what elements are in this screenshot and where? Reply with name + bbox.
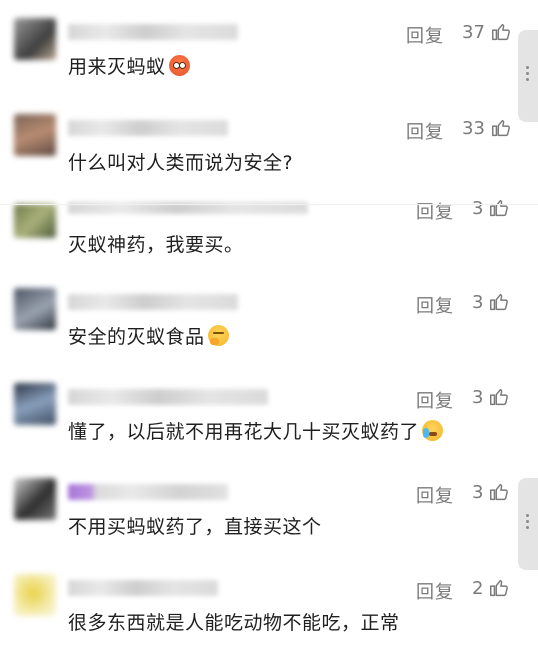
reply-button[interactable]: 回复 xyxy=(416,578,454,604)
reply-button[interactable]: 回复 xyxy=(406,118,444,144)
crying-laughing-emoji xyxy=(422,420,444,441)
comment-text: 很多东西就是人能吃动物不能吃，正常 xyxy=(68,608,400,635)
like-count: 3 xyxy=(472,292,484,313)
comment-text: 灭蚁神药，我要买。 xyxy=(68,230,244,257)
reply-button[interactable]: 回复 xyxy=(416,482,454,508)
reply-button[interactable]: 回复 xyxy=(416,387,454,413)
side-scroll-handle[interactable] xyxy=(518,478,538,570)
avatar[interactable] xyxy=(14,204,56,238)
angry-face-emoji xyxy=(168,55,190,76)
like-count: 3 xyxy=(472,387,484,408)
username-blurred[interactable] xyxy=(68,120,228,136)
username-blurred[interactable] xyxy=(68,389,268,405)
like-count: 3 xyxy=(472,198,484,219)
avatar[interactable] xyxy=(14,478,56,520)
more-vertical-icon xyxy=(526,66,530,84)
reply-button[interactable]: 回复 xyxy=(406,22,444,48)
comment-text-content: 用来灭蚂蚁 xyxy=(68,56,166,78)
comment-text-content: 懂了，以后就不用再花大几十买灭蚁药了 xyxy=(68,421,420,443)
like-count: 37 xyxy=(462,22,485,43)
comment-text: 用来灭蚂蚁 xyxy=(68,52,190,79)
thumbs-up-icon[interactable] xyxy=(490,21,512,43)
like-count: 3 xyxy=(472,482,484,503)
comment-text: 懂了，以后就不用再花大几十买灭蚁药了 xyxy=(68,417,444,444)
more-vertical-icon xyxy=(526,514,530,532)
thumbs-up-icon[interactable] xyxy=(488,386,510,408)
comment-text: 安全的灭蚁食品 xyxy=(68,322,229,349)
thumbs-up-icon[interactable] xyxy=(488,291,510,313)
crop-seam xyxy=(0,204,538,205)
comment-text: 不用买蚂蚁药了，直接买这个 xyxy=(68,512,322,539)
comment-text: 什么叫对人类而说为安全? xyxy=(68,148,293,175)
comment-text-content: 很多东西就是人能吃动物不能吃，正常 xyxy=(68,612,400,634)
avatar[interactable] xyxy=(14,18,56,60)
comment-text-content: 安全的灭蚁食品 xyxy=(68,326,205,348)
thinking-face-emoji xyxy=(207,325,229,346)
thumbs-up-icon[interactable] xyxy=(488,481,510,503)
username-blurred[interactable] xyxy=(68,484,228,500)
username-blurred[interactable] xyxy=(68,580,218,596)
avatar[interactable] xyxy=(14,288,56,330)
like-count: 2 xyxy=(472,578,484,599)
comment-text-content: 不用买蚂蚁药了，直接买这个 xyxy=(68,516,322,538)
side-scroll-handle[interactable] xyxy=(518,30,538,122)
username-blurred[interactable] xyxy=(68,294,238,310)
avatar[interactable] xyxy=(14,574,56,616)
username-blurred[interactable] xyxy=(68,24,238,40)
comment-text-content: 什么叫对人类而说为安全? xyxy=(68,152,294,174)
thumbs-up-icon[interactable] xyxy=(488,197,510,219)
avatar[interactable] xyxy=(14,383,56,425)
thumbs-up-icon[interactable] xyxy=(488,577,510,599)
thumbs-up-icon[interactable] xyxy=(490,117,512,139)
reply-button[interactable]: 回复 xyxy=(416,198,454,224)
like-count: 33 xyxy=(462,118,485,139)
comment-text-content: 灭蚁神药，我要买。 xyxy=(68,234,244,256)
reply-button[interactable]: 回复 xyxy=(416,292,454,318)
avatar[interactable] xyxy=(14,114,56,156)
